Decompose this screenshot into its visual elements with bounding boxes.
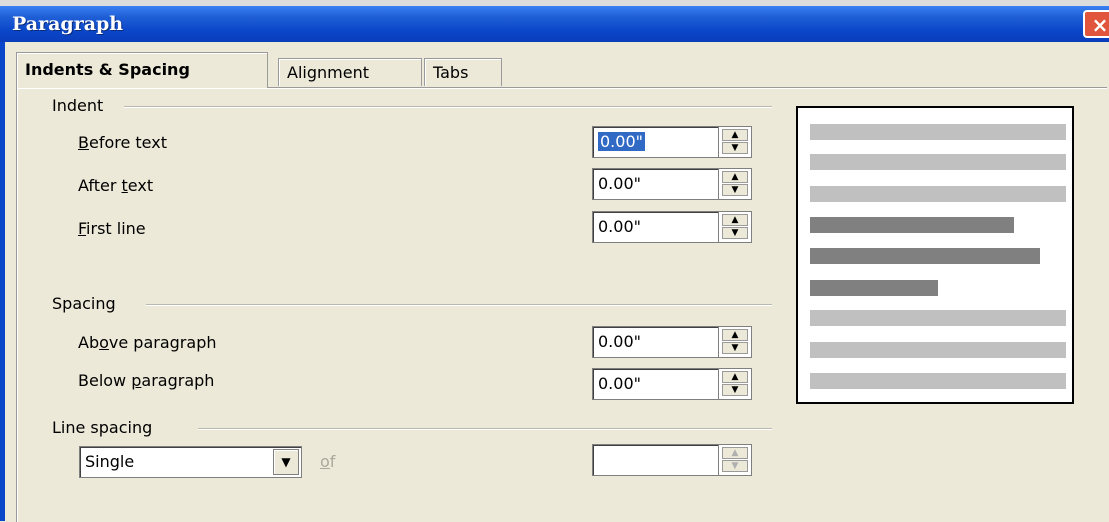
window-frame-edge [0,42,5,521]
close-button[interactable]: × [1083,10,1109,38]
title-bar: Paragraph × [0,6,1109,42]
preview-line [810,124,1066,140]
below-paragraph-label: Below paragraph [78,371,215,390]
spin-up-icon[interactable]: ▲ [722,171,748,183]
first-line-field[interactable]: 0.00" [592,211,718,243]
spin-down-icon[interactable]: ▼ [722,184,748,196]
spin-up-icon[interactable]: ▲ [722,214,748,226]
first-line-spinner[interactable]: 0.00" ▲ ▼ [592,211,752,243]
after-text-label: After text [78,176,154,195]
indent-group-divider [124,106,772,108]
tab-alignment[interactable]: Alignment [278,58,422,86]
spacing-group-label: Spacing [52,294,116,313]
below-paragraph-field[interactable]: 0.00" [592,368,718,400]
above-paragraph-label: Above paragraph [78,333,217,352]
preview-line-current [810,248,1040,264]
preview-line [810,373,1066,389]
tab-tabs[interactable]: Tabs [424,58,502,86]
after-text-field[interactable]: 0.00" [592,168,718,200]
preview-line-current [810,217,1014,233]
spin-up-icon: ▲ [722,447,748,459]
line-spacing-of-spinner: ▲ ▼ [592,444,752,476]
chevron-down-icon[interactable]: ▼ [273,449,299,475]
line-spacing-select[interactable]: Single ▼ [79,446,302,478]
preview-line [810,310,1066,326]
spin-down-icon[interactable]: ▼ [722,227,748,239]
spin-down-icon[interactable]: ▼ [722,384,748,396]
spin-up-icon[interactable]: ▲ [722,129,748,141]
after-text-spinner[interactable]: 0.00" ▲ ▼ [592,168,752,200]
preview-line-current [810,280,938,296]
before-text-field[interactable]: 0.00" [592,126,718,158]
above-paragraph-spinner[interactable]: 0.00" ▲ ▼ [592,326,752,358]
line-spacing-group-divider [198,428,772,430]
before-text-label: Before text [78,133,167,152]
preview-line [810,154,1066,170]
spacing-group-divider [146,304,772,306]
indent-group-header: Indent [52,96,772,115]
before-text-spinner[interactable]: 0.00" ▲ ▼ [592,126,752,158]
first-line-label: First line [78,219,146,238]
window-title: Paragraph [12,13,124,35]
line-spacing-of-field [592,444,718,476]
line-spacing-group-header: Line spacing [52,418,772,437]
close-icon[interactable]: × [1092,13,1109,37]
preview-line [810,342,1066,358]
above-paragraph-field[interactable]: 0.00" [592,326,718,358]
spacing-group-header: Spacing [52,294,772,313]
spin-down-icon: ▼ [722,460,748,472]
preview-line [810,186,1066,202]
line-spacing-group-label: Line spacing [52,418,153,437]
indent-group-label: Indent [52,96,104,115]
line-spacing-value: Single [85,452,135,471]
spin-down-icon[interactable]: ▼ [722,342,748,354]
spin-up-icon[interactable]: ▲ [722,329,748,341]
tab-indents-spacing[interactable]: Indents & Spacing [16,52,268,88]
of-label: of [320,452,336,471]
below-paragraph-spinner[interactable]: 0.00" ▲ ▼ [592,368,752,400]
spin-up-icon[interactable]: ▲ [722,371,748,383]
paragraph-preview [796,106,1074,404]
spin-down-icon[interactable]: ▼ [722,142,748,154]
